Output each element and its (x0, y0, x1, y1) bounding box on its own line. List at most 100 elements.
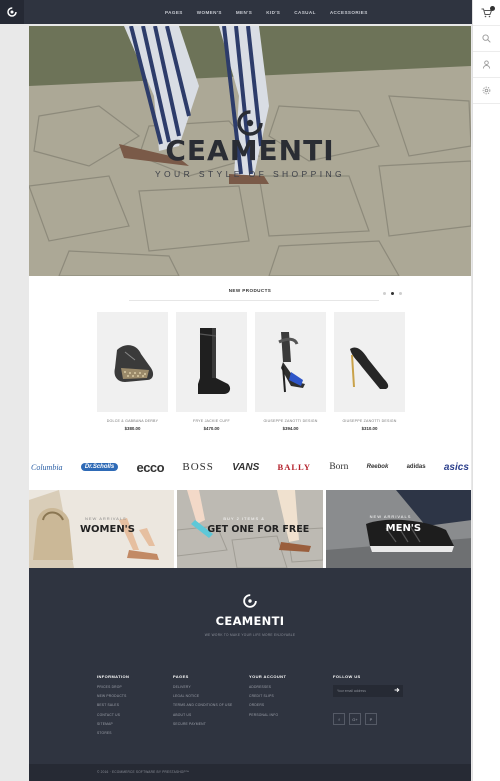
footer-link[interactable]: TERMS AND CONDITIONS OF USE (173, 703, 249, 707)
user-icon (482, 60, 491, 69)
product-price: $380.00 (124, 426, 141, 431)
footer-link[interactable]: BEST SALES (97, 703, 173, 707)
carousel-dot-active[interactable] (391, 292, 394, 295)
search-button[interactable] (473, 26, 500, 52)
copyright-text: © 2016 · ECOMMERCE SOFTWARE BY PRESTASHO… (97, 770, 190, 774)
footer-column-pages: PAGES DELIVERY LEGAL NOTICE TERMS AND CO… (173, 674, 249, 740)
footer-link[interactable]: SITEMAP (97, 722, 173, 726)
brand-columbia[interactable]: Columbia (31, 463, 63, 472)
top-navigation-bar: PAGES WOMEN'S MEN'S KID'S CASUAL ACCESSO… (0, 0, 472, 24)
product-name[interactable]: GIUSEPPE ZANOTTI DESIGN (334, 419, 405, 423)
brand-logos: Columbia Dr.Scholls ecco BOSS VANS BALLY… (29, 456, 471, 478)
banner-womens-kicker: NEW ARRIVALS (85, 516, 127, 521)
footer-logo-icon (29, 593, 471, 609)
hero-slider: CEAMENTI YOUR STYLE OF SHOPPING (29, 26, 471, 276)
product-price: $394.00 (282, 426, 299, 431)
right-toolbar (472, 0, 500, 781)
product-card[interactable]: DOLCE & GABBANA DERBY $380.00 (97, 312, 168, 431)
footer-follow: FOLLOW US f G+ P (333, 674, 413, 725)
product-name[interactable]: GIUSEPPE ZANOTTI DESIGN (255, 419, 326, 423)
product-image-strappy-heel[interactable] (255, 312, 326, 412)
footer-link[interactable]: PERSONAL INFO (249, 713, 325, 717)
banner-buy-two[interactable]: BUY 2 ITEMS & GET ONE FOR FREE (177, 490, 323, 568)
facebook-icon[interactable]: f (333, 713, 345, 725)
footer-link[interactable]: PRICES DROP (97, 685, 173, 689)
arrow-right-icon (394, 687, 400, 693)
footer-link[interactable]: CREDIT SLIPS (249, 694, 325, 698)
newsletter-submit-button[interactable] (391, 685, 403, 697)
nav-casual[interactable]: CASUAL (294, 10, 316, 15)
brand-born[interactable]: Born (329, 462, 348, 472)
product-card[interactable]: GIUSEPPE ZANOTTI DESIGN $394.00 (255, 312, 326, 431)
product-card[interactable]: FRYE JACKIE CUFF $470.00 (176, 312, 247, 431)
account-button[interactable] (473, 52, 500, 78)
nav-pages[interactable]: PAGES (165, 10, 183, 15)
nav-kids[interactable]: KID'S (266, 10, 280, 15)
footer-heading: YOUR ACCOUNT (249, 674, 287, 679)
footer-link[interactable]: LEGAL NOTICE (173, 694, 249, 698)
logo-icon (7, 7, 17, 17)
banner-mens-title: MEN'S (385, 523, 422, 534)
footer-title: CEAMENTI (215, 614, 285, 628)
nav-womens[interactable]: WOMEN'S (197, 10, 222, 15)
footer-link[interactable]: NEW PRODUCTS (97, 694, 173, 698)
footer-link-columns: INFORMATION PRICES DROP NEW PRODUCTS BES… (97, 674, 325, 740)
product-image-oxford-shoe[interactable] (97, 312, 168, 412)
settings-icon (482, 86, 491, 95)
brand-ecco[interactable]: ecco (136, 460, 164, 475)
section-title: NEW PRODUCTS (228, 288, 272, 293)
cart-button[interactable] (473, 0, 500, 26)
product-name[interactable]: FRYE JACKIE CUFF (176, 419, 247, 423)
product-image-riding-boot[interactable] (176, 312, 247, 412)
brand-reebok[interactable]: Reebok (367, 464, 389, 470)
footer-link[interactable]: ADDRESSES (249, 685, 325, 689)
promo-banners: NEW ARRIVALS WOMEN'S BUY 2 ITEMS & GET O… (29, 490, 471, 568)
carousel-dot[interactable] (399, 292, 402, 295)
carousel-dot[interactable] (383, 292, 386, 295)
footer-link[interactable]: DELIVERY (173, 685, 249, 689)
footer-link[interactable]: STORES (97, 731, 173, 735)
banner-mens[interactable]: NEW ARRIVALS MEN'S (325, 490, 471, 568)
product-name[interactable]: DOLCE & GABBANA DERBY (97, 419, 168, 423)
footer-link[interactable]: SECURE PAYMENT (173, 722, 249, 726)
footer-heading: INFORMATION (97, 674, 130, 679)
footer-bottom-bar: © 2016 · ECOMMERCE SOFTWARE BY PRESTASHO… (29, 764, 471, 781)
banner-buy-two-title: GET ONE FOR FREE (207, 524, 310, 535)
footer-heading: FOLLOW US (333, 674, 361, 679)
product-image-pump[interactable] (334, 312, 405, 412)
footer-column-account: YOUR ACCOUNT ADDRESSES CREDIT SLIPS ORDE… (249, 674, 325, 740)
search-icon (482, 34, 491, 43)
google-plus-icon[interactable]: G+ (349, 713, 361, 725)
hero-branding: CEAMENTI YOUR STYLE OF SHOPPING (29, 134, 471, 179)
main-menu: PAGES WOMEN'S MEN'S KID'S CASUAL ACCESSO… (165, 0, 368, 24)
footer-link[interactable]: ABOUT US (173, 713, 249, 717)
brand-boss[interactable]: BOSS (182, 461, 214, 473)
brand-adidas[interactable]: adidas (407, 464, 426, 470)
brand-asics[interactable]: asics (444, 462, 469, 473)
hero-title: CEAMENTI (165, 134, 335, 167)
banner-womens-title: WOMEN'S (80, 524, 135, 535)
product-price: $470.00 (203, 426, 220, 431)
brand-vans[interactable]: VANS (232, 462, 259, 473)
settings-button[interactable] (473, 78, 500, 104)
footer-link[interactable]: ORDERS (249, 703, 325, 707)
brand-bally[interactable]: BALLY (278, 462, 312, 472)
newsletter-form (333, 685, 413, 697)
footer-tagline: WE WORK TO MAKE YOUR LIFE MORE ENJOYABLE (204, 633, 296, 637)
carousel-pagination (383, 292, 402, 295)
site-logo[interactable] (0, 0, 24, 24)
nav-accessories[interactable]: ACCESSORIES (330, 10, 368, 15)
pinterest-icon[interactable]: P (365, 713, 377, 725)
banner-buy-two-kicker: BUY 2 ITEMS & (223, 516, 265, 521)
section-divider (129, 300, 379, 301)
brand-dr-scholls[interactable]: Dr.Scholls (80, 463, 119, 471)
product-price: $310.00 (361, 426, 378, 431)
new-products-section: NEW PRODUCTS DOLCE & GABBANA DERBY $380.… (29, 276, 471, 568)
hero-subtitle: YOUR STYLE OF SHOPPING (154, 169, 346, 179)
nav-mens[interactable]: MEN'S (236, 10, 252, 15)
newsletter-email-input[interactable] (333, 685, 391, 697)
footer-link[interactable]: CONTACT US (97, 713, 173, 717)
banner-mens-kicker: NEW ARRIVALS (369, 514, 412, 519)
product-card[interactable]: GIUSEPPE ZANOTTI DESIGN $310.00 (334, 312, 405, 431)
banner-womens[interactable]: NEW ARRIVALS WOMEN'S (29, 490, 175, 568)
